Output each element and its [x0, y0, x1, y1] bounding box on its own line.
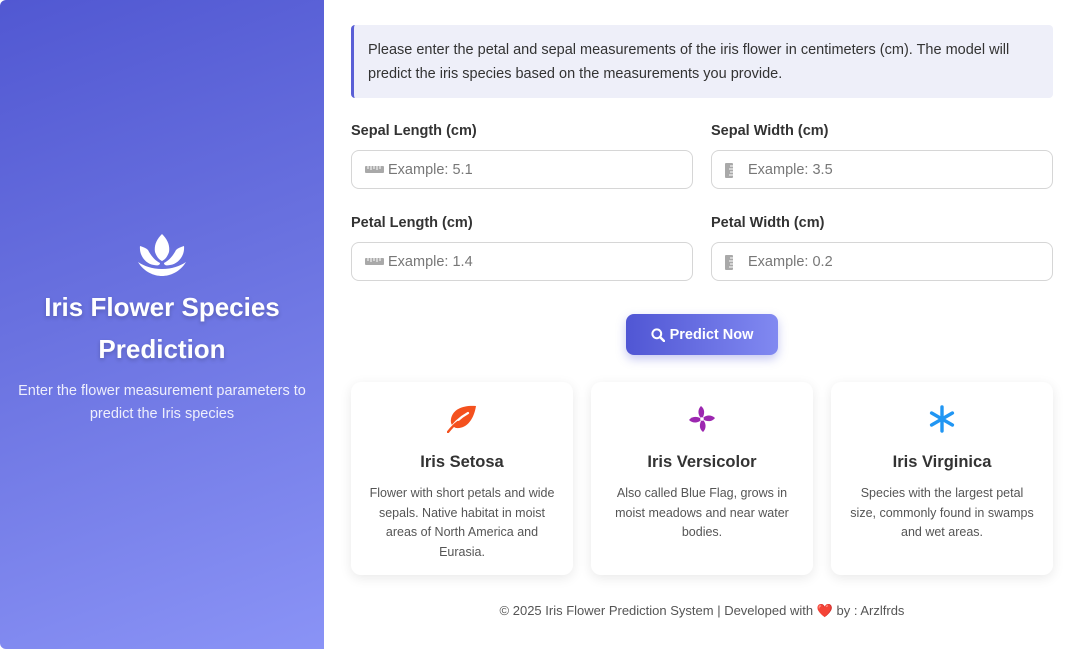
petal-length-input-box[interactable]: [351, 242, 693, 281]
pinwheel-icon: [689, 406, 715, 432]
species-description: Species with the largest petal size, com…: [850, 486, 1034, 539]
app-window: Iris Flower Species Prediction Enter the…: [0, 0, 1078, 649]
species-card-setosa: Iris Setosa Flower with short petals and…: [351, 382, 573, 575]
ruler-horizontal-icon: [365, 258, 384, 265]
footer: © 2025 Iris Flower Prediction System | D…: [351, 603, 1053, 619]
species-description: Also called Blue Flag, grows in moist me…: [615, 486, 789, 539]
petal-width-input[interactable]: [748, 243, 1038, 280]
leaf-icon: [447, 405, 476, 433]
petal-length-field: Petal Length (cm): [351, 215, 693, 281]
petal-length-label: Petal Length (cm): [351, 215, 473, 231]
sepal-width-input[interactable]: [748, 151, 1038, 188]
petal-width-input-box[interactable]: [711, 242, 1053, 281]
petal-width-field: Petal Width (cm): [711, 215, 1053, 281]
sidebar: Iris Flower Species Prediction Enter the…: [0, 0, 324, 649]
search-icon: [650, 327, 665, 342]
info-box: Please enter the petal and sepal measure…: [351, 25, 1053, 98]
ruler-vertical-icon: [725, 255, 733, 270]
sepal-length-field: Sepal Length (cm): [351, 123, 693, 189]
petal-length-input[interactable]: [388, 243, 678, 280]
ruler-horizontal-icon: [365, 166, 384, 173]
sepal-width-input-box[interactable]: [711, 150, 1053, 189]
sepal-length-label: Sepal Length (cm): [351, 123, 477, 139]
main-content: Please enter the petal and sepal measure…: [324, 0, 1078, 649]
species-name: Iris Virginica: [892, 453, 992, 471]
asterisk-icon: [929, 405, 955, 433]
sepal-length-input[interactable]: [388, 151, 678, 188]
sepal-width-field: Sepal Width (cm): [711, 123, 1053, 189]
species-description: Flower with short petals and wide sepals…: [369, 486, 555, 559]
heart-icon: ❤️: [816, 603, 833, 618]
species-name: Iris Versicolor: [647, 453, 757, 471]
ruler-vertical-icon: [725, 163, 733, 178]
lotus-icon: [138, 233, 186, 276]
predict-button[interactable]: Predict Now: [626, 314, 778, 355]
species-card-virginica: Iris Virginica Species with the largest …: [831, 382, 1053, 575]
footer-author: by : Arzlfrds: [836, 603, 905, 618]
sepal-width-label: Sepal Width (cm): [711, 123, 829, 139]
app-title: Iris Flower Species Prediction: [44, 291, 280, 364]
footer-text: © 2025 Iris Flower Prediction System | D…: [499, 603, 814, 618]
sepal-length-input-box[interactable]: [351, 150, 693, 189]
species-name: Iris Setosa: [420, 453, 504, 471]
petal-width-label: Petal Width (cm): [711, 215, 825, 231]
species-card-versicolor: Iris Versicolor Also called Blue Flag, g…: [591, 382, 813, 575]
app-subtitle: Enter the flower measurement parameters …: [18, 382, 306, 422]
predict-button-label: Predict Now: [669, 326, 754, 343]
